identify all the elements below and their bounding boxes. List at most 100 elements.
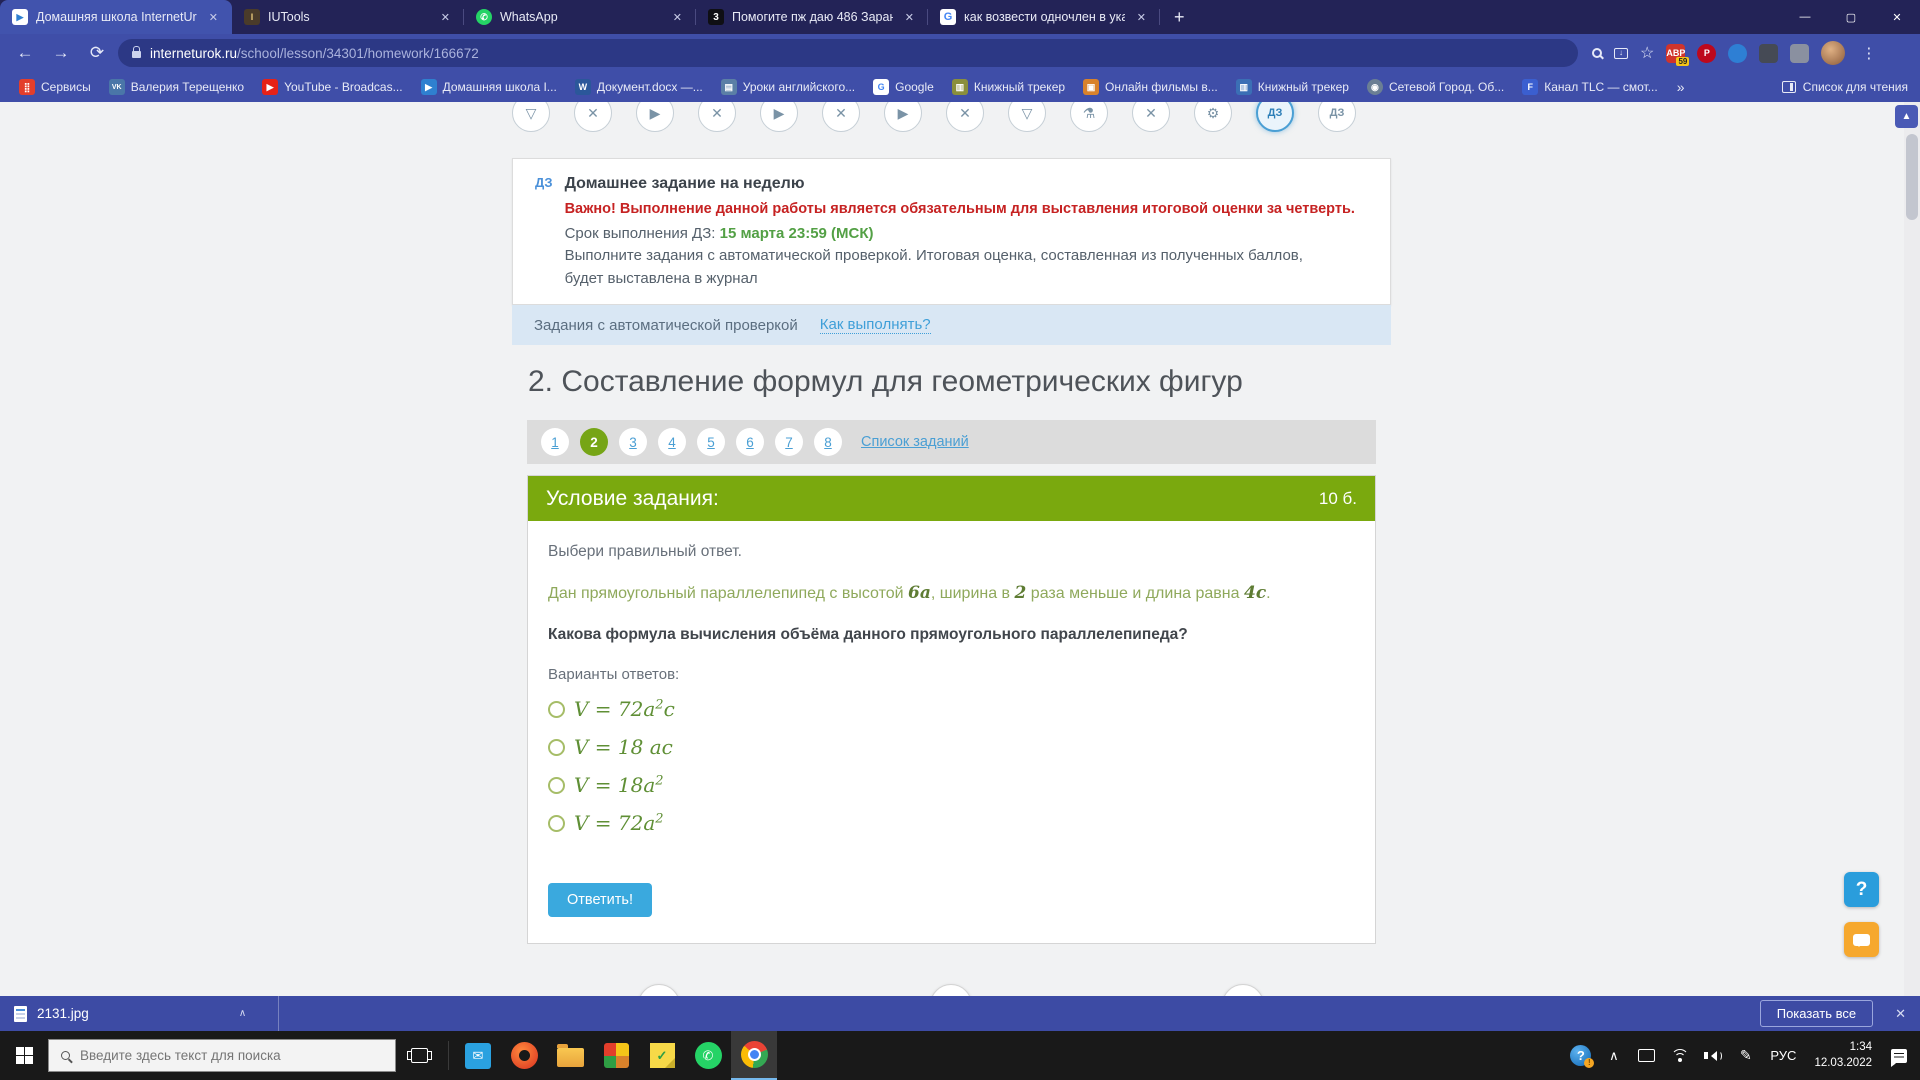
page-scrollbar[interactable] xyxy=(1904,102,1920,996)
taskbar-app-cube[interactable] xyxy=(593,1031,639,1080)
task-number-3[interactable]: 3 xyxy=(619,428,647,456)
task-number-4[interactable]: 4 xyxy=(658,428,686,456)
show-all-downloads-button[interactable]: Показать все xyxy=(1760,1000,1873,1027)
how-to-link[interactable]: Как выполнять? xyxy=(820,316,931,334)
homework-icon-active[interactable]: ДЗ xyxy=(1256,102,1294,132)
radio-button[interactable] xyxy=(548,815,565,832)
bookmark-tlc[interactable]: FКанал TLC — смот... xyxy=(1515,76,1664,98)
tab-iutools[interactable]: I IUTools ✕ xyxy=(232,0,464,34)
dark-extension-icon[interactable] xyxy=(1759,44,1778,63)
bookmark-films[interactable]: ▣Онлайн фильмы в... xyxy=(1076,76,1225,98)
taskbar-search[interactable] xyxy=(48,1039,396,1072)
taskbar-clock[interactable]: 1:34 12.03.2022 xyxy=(1804,1040,1882,1071)
notification-center-button[interactable] xyxy=(1882,1031,1915,1080)
bookmark-youtube[interactable]: ▶YouTube - Broadcas... xyxy=(255,76,410,98)
tab-close-icon[interactable]: ✕ xyxy=(1133,9,1150,26)
address-bar[interactable]: interneturok.ru/school/lesson/34301/home… xyxy=(118,39,1578,67)
video-play-icon[interactable]: ▶ xyxy=(636,102,674,132)
taskbar-sticky-notes[interactable]: ✓ xyxy=(639,1031,685,1080)
scroll-top-task-button[interactable] xyxy=(930,984,972,996)
bookmark-netcity[interactable]: ◉Сетевой Город. Об... xyxy=(1360,76,1511,98)
video-play-icon[interactable]: ▶ xyxy=(760,102,798,132)
tab-close-icon[interactable]: ✕ xyxy=(901,9,918,26)
tab-close-icon[interactable]: ✕ xyxy=(205,9,222,26)
zoom-search-icon[interactable] xyxy=(1592,48,1602,58)
radio-button[interactable] xyxy=(548,739,565,756)
new-tab-button[interactable]: + xyxy=(1160,7,1199,34)
forward-button[interactable]: → xyxy=(46,43,76,63)
minimize-button[interactable]: — xyxy=(1782,0,1828,34)
tab-close-icon[interactable]: ✕ xyxy=(669,9,686,26)
extensions-puzzle-icon[interactable] xyxy=(1790,44,1809,63)
scroll-to-top-button[interactable]: ▲ xyxy=(1895,105,1918,128)
radio-button[interactable] xyxy=(548,777,565,794)
bookmark-english[interactable]: ▤Уроки английского... xyxy=(714,76,862,98)
task-x-icon[interactable]: ✕ xyxy=(822,102,860,132)
homework-icon[interactable]: ДЗ xyxy=(1318,102,1356,132)
tab-whatsapp[interactable]: ✆ WhatsApp ✕ xyxy=(464,0,696,34)
close-button[interactable]: ✕ xyxy=(1874,0,1920,34)
start-button[interactable] xyxy=(0,1031,48,1080)
task-number-2-current[interactable]: 2 xyxy=(580,428,608,456)
language-indicator[interactable]: РУС xyxy=(1762,1048,1804,1063)
task-x-icon[interactable]: ✕ xyxy=(1132,102,1170,132)
bookmark-book-tracker-2[interactable]: ▥Книжный трекер xyxy=(1229,76,1356,98)
bookmark-vk[interactable]: VKВалерия Терещенко xyxy=(102,76,251,98)
task-number-8[interactable]: 8 xyxy=(814,428,842,456)
taskbar-app-browser[interactable] xyxy=(501,1031,547,1080)
previous-task-button[interactable] xyxy=(638,984,680,996)
vpn-extension-icon[interactable] xyxy=(1728,44,1747,63)
tablet-mode-button[interactable] xyxy=(1630,1031,1663,1080)
task-number-7[interactable]: 7 xyxy=(775,428,803,456)
tab-google-search[interactable]: G как возвести одночлен в указан ✕ xyxy=(928,0,1160,34)
task-list-link[interactable]: Список заданий xyxy=(861,434,969,450)
radio-button[interactable] xyxy=(548,701,565,718)
taskbar-whatsapp[interactable]: ✆ xyxy=(685,1031,731,1080)
taskbar-file-explorer[interactable] xyxy=(547,1031,593,1080)
adblock-extension-icon[interactable]: ABP59 xyxy=(1666,44,1685,63)
download-options-chevron[interactable]: ∧ xyxy=(239,1008,246,1019)
task-number-5[interactable]: 5 xyxy=(697,428,725,456)
bookmarks-overflow-chevron[interactable]: » xyxy=(1669,79,1693,95)
task-x-icon[interactable]: ✕ xyxy=(698,102,736,132)
taskbar-search-input[interactable] xyxy=(80,1048,383,1063)
bookmark-homeschool[interactable]: ▶Домашняя школа I... xyxy=(414,76,564,98)
reload-button[interactable]: ⟳ xyxy=(82,43,112,63)
task-number-6[interactable]: 6 xyxy=(736,428,764,456)
bookmark-star-icon[interactable]: ☆ xyxy=(1640,43,1654,63)
volume-button[interactable] xyxy=(1696,1031,1729,1080)
pinterest-extension-icon[interactable]: P xyxy=(1697,44,1716,63)
reading-list-button[interactable]: Список для чтения xyxy=(1782,80,1908,94)
help-tray-button[interactable]: ? xyxy=(1564,1031,1597,1080)
browser-menu-icon[interactable]: ⋮ xyxy=(1857,44,1880,62)
task-x-icon[interactable]: ✕ xyxy=(574,102,612,132)
profile-avatar[interactable] xyxy=(1821,41,1845,65)
chat-widget-button[interactable] xyxy=(1844,922,1879,957)
task-number-1[interactable]: 1 xyxy=(541,428,569,456)
video-play-icon[interactable]: ▶ xyxy=(884,102,922,132)
flask-icon[interactable]: ⚗ xyxy=(1070,102,1108,132)
task-view-button[interactable] xyxy=(396,1031,442,1080)
tray-expand-button[interactable]: ∧ xyxy=(1597,1031,1630,1080)
answer-option-2[interactable]: V = 18 ac xyxy=(548,735,1355,759)
answer-option-1[interactable]: V = 72a2c xyxy=(548,697,1355,721)
back-button[interactable]: ← xyxy=(10,43,40,63)
bookmark-servicy[interactable]: ⣿Сервисы xyxy=(12,76,98,98)
bookmark-google[interactable]: GGoogle xyxy=(866,76,941,98)
gear-icon[interactable]: ⚙ xyxy=(1194,102,1232,132)
submit-answer-button[interactable]: Ответить! xyxy=(548,883,652,917)
bookmark-book-tracker-1[interactable]: ▥Книжный трекер xyxy=(945,76,1072,98)
answer-option-4[interactable]: V = 72a2 xyxy=(548,811,1355,835)
bookmark-document[interactable]: WДокумент.docx —... xyxy=(568,76,710,98)
network-button[interactable] xyxy=(1663,1031,1696,1080)
funnel-icon[interactable]: ▽ xyxy=(512,102,550,132)
funnel-icon[interactable]: ▽ xyxy=(1008,102,1046,132)
answer-option-3[interactable]: V = 18a2 xyxy=(548,773,1355,797)
taskbar-chrome-active[interactable] xyxy=(731,1031,777,1080)
tab-znanija[interactable]: 3 Помогите пж даю 486 Заранее ✕ xyxy=(696,0,928,34)
pen-settings-button[interactable]: ✎ xyxy=(1729,1031,1762,1080)
close-shelf-icon[interactable]: ✕ xyxy=(1895,1006,1906,1022)
tab-close-icon[interactable]: ✕ xyxy=(437,9,454,26)
tab-interneturok[interactable]: ▶ Домашняя школа InternetUrok.ru ✕ xyxy=(0,0,232,34)
maximize-button[interactable]: ▢ xyxy=(1828,0,1874,34)
